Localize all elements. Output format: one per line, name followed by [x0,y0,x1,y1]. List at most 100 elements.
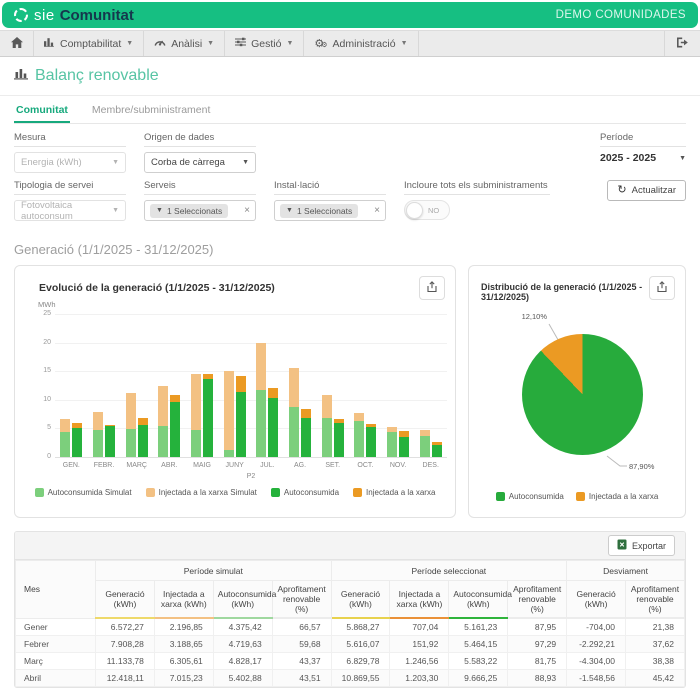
x-category-label: MAIG [186,462,219,469]
bar-gen-seleccionat [72,423,82,427]
app-header: sie Comunitat DEMO COMUNIDADES [2,2,698,28]
bar-maig-seleccionat [203,379,213,457]
bar-jul-simulat [256,343,266,390]
cell-value: 1.246,56 [390,652,449,669]
nav-item-label: Comptabilitat [60,38,121,50]
bar-chart-legend: Autoconsumida Simulat Injectada a la xarx… [15,488,455,497]
bar-juny-seleccionat [236,392,246,457]
cell-value: 3.188,65 [154,635,213,652]
bar-jul-seleccionat [268,398,278,457]
y-axis-label: MWh [38,300,56,309]
mesura-label: Mesura [14,132,126,147]
nav-item-label: Administració [333,38,396,50]
bar-febr-simulat [93,430,103,457]
logout-button[interactable] [664,31,700,56]
periode-select[interactable]: 2025 - 2025 ▼ [600,152,686,164]
cell-value: 5.464,15 [449,635,508,652]
bar-set-seleccionat [334,423,344,457]
legend-label: Injectada a la xarxa [589,492,658,501]
nav-item-gestio[interactable]: Gestió▼ [225,31,304,56]
serveis-clear-icon[interactable]: × [244,205,250,216]
nav-home-button[interactable] [0,31,34,56]
brand: sie Comunitat [14,7,134,24]
x-category-label: JUNY [218,462,251,469]
bar-oct-simulat [354,421,364,457]
group-header: Període simulat [96,561,332,581]
exportar-button[interactable]: Exportar [608,535,675,556]
pie-chart [522,334,643,455]
installacio-multiselect[interactable]: ▼1 Seleccionats × [274,200,386,221]
bar-mar-simulat [126,393,136,429]
bar-febr-simulat [93,412,103,430]
logout-icon [676,37,689,51]
legend-item: Injectada a la xarxa Simulat [146,488,257,497]
field-incloure: Incloure tots els subministraments NO [404,180,550,220]
incloure-toggle[interactable]: NO [404,200,450,220]
gauge-icon [154,37,166,50]
actualitzar-button[interactable]: ↻ Actualitzar [607,180,686,201]
table-row: Gener6.572,272.196,854.375,4266,575.868,… [16,618,685,635]
nav-item-analisi[interactable]: Anàlisi▼ [144,31,225,56]
origen-value: Corba de càrrega [151,157,225,168]
serveis-multiselect[interactable]: ▼1 Seleccionats × [144,200,256,221]
bar-maig-simulat [191,374,201,431]
tab-membre-subministrament[interactable]: Membre/subministrament [90,100,212,123]
cell-value: 5.583,22 [449,652,508,669]
origen-select[interactable]: Corba de càrrega ▼ [144,152,256,173]
main-nav: Comptabilitat▼Anàlisi▼Gestió▼⚙⚙Administr… [0,30,700,57]
nav-item-administracio[interactable]: ⚙⚙Administració▼ [304,31,418,56]
serveis-chip[interactable]: ▼1 Seleccionats [150,204,228,218]
installacio-chip[interactable]: ▼1 Seleccionats [280,204,358,218]
bar-des-simulat [420,436,430,457]
chevron-down-icon: ▼ [242,159,249,166]
cell-value: 43,51 [272,669,331,686]
page-title-icon [14,67,28,85]
bar-maig-seleccionat [203,374,213,379]
bar-maig-simulat [191,430,201,457]
column-header: Aprofitament renovable (%) [272,581,331,619]
cell-value: 6.572,27 [96,618,155,635]
origen-label: Origen de dades [144,132,256,147]
field-tipologia: Tipologia de servei Fotovoltaica autocon… [14,180,126,221]
cell-value: 7.015,23 [154,669,213,686]
tab-comunitat[interactable]: Comunitat [14,100,70,123]
bar-ag-seleccionat [301,409,311,418]
x-axis-label: P2 [55,473,447,480]
group-header: Període seleccionat [331,561,567,581]
mesura-select: Energia (kWh) ▼ [14,152,126,173]
y-tick-label: 5 [27,424,51,431]
column-header: Generació (kWh) [331,581,390,619]
cell-value: 2.196,85 [154,618,213,635]
installacio-clear-icon[interactable]: × [374,205,380,216]
cell-mes: Març [16,652,96,669]
column-header: Aprofitament renovable (%) [626,581,685,619]
x-category-label: SET. [316,462,349,469]
chevron-down-icon: ▼ [286,40,293,47]
cell-value: 43,37 [272,652,331,669]
bar-chart-export-button[interactable] [419,276,445,300]
cell-value: -4.304,00 [567,652,626,669]
bar-ag-seleccionat [301,418,311,457]
nav-item-comptabilitat[interactable]: Comptabilitat▼ [34,31,144,56]
pie-slice-label-injectada: 12,10% [495,312,547,321]
serveis-chip-label: 1 Seleccionats [167,206,222,216]
cell-mes: Abril [16,669,96,686]
environment-label: DEMO COMUNIDADES [556,9,686,21]
cell-value: 21,38 [626,618,685,635]
excel-file-icon [617,539,627,552]
column-header: Aprofitament renovable (%) [508,581,567,619]
legend-label: Autoconsumida Simulat [48,488,132,497]
cell-value: 707,04 [390,618,449,635]
bar-des-simulat [420,430,430,436]
legend-label: Injectada a la xarxa Simulat [159,488,257,497]
field-origen: Origen de dades Corba de càrrega ▼ [144,132,256,173]
bar-abr-seleccionat [170,395,180,402]
bar-chart-card: Evolució de la generació (1/1/2025 - 31/… [14,265,456,518]
column-header: Injectada a xarxa (kWh) [390,581,449,619]
sliders-icon [235,37,246,50]
chevron-down-icon: ▼ [286,207,293,214]
bar-jul-seleccionat [268,388,278,397]
bar-oct-seleccionat [366,424,376,427]
column-header: Autoconsumida (kWh) [449,581,508,619]
legend-swatch [576,492,585,501]
